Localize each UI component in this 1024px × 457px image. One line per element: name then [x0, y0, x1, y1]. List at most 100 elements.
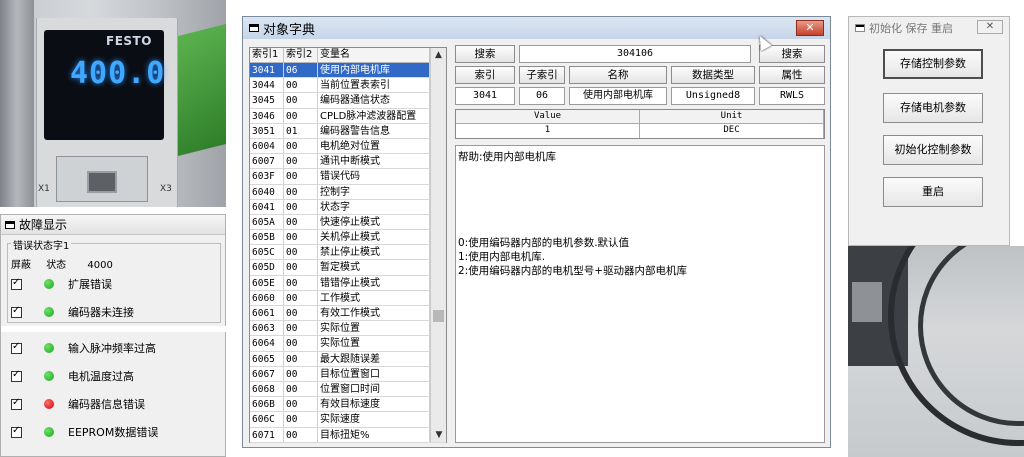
fault-label: 电机温度过高 — [68, 370, 134, 383]
save-motor-params-button[interactable]: 存储电机参数 — [883, 93, 983, 123]
close-button[interactable]: ✕ — [977, 20, 1003, 34]
cell-index2: 00 — [284, 427, 318, 442]
help-panel: 帮助:使用内部电机库 0:使用编码器内部的电机参数.默认值 1:使用内部电机库.… — [455, 145, 825, 443]
object-list[interactable]: 索引1 索引2 变量名 3041 06 使用内部电机库 3044 00 当前位置表索引 30… — [249, 47, 447, 443]
save-control-params-button[interactable]: 存储控制参数 — [883, 49, 983, 79]
fault-titlebar: 故障显示 — [1, 215, 225, 235]
table-row[interactable]: 6040 00 控制字 — [250, 184, 446, 200]
plug — [852, 282, 882, 322]
table-row[interactable]: 605C 00 禁止停止模式 — [250, 245, 446, 261]
col-varname[interactable]: 变量名 — [318, 48, 430, 62]
table-row[interactable]: 6064 00 实际位置 — [250, 336, 446, 352]
table-row[interactable]: 3044 00 当前位置表索引 — [250, 78, 446, 94]
unit-header: Unit — [640, 110, 824, 123]
status-word-value: 4000 — [87, 260, 113, 271]
table-row[interactable]: 605B 00 关机停止模式 — [250, 230, 446, 246]
mask-checkbox[interactable] — [11, 341, 22, 354]
cell-index2: 00 — [284, 108, 318, 123]
status-led-icon — [44, 427, 54, 437]
fault-row: 扩展错误 — [11, 275, 112, 293]
table-row[interactable]: 6004 00 电机绝对位置 — [250, 138, 446, 155]
scroll-up-icon[interactable]: ▲ — [431, 48, 446, 62]
fault-row: 电机温度过高 — [11, 367, 134, 385]
search-label-button[interactable]: 搜索 — [455, 45, 515, 63]
cell-varname: 错错停止模式 — [318, 275, 430, 290]
init-titlebar: 初始化 保存 重启 ✕ — [849, 17, 1009, 39]
fault-header: 屏蔽 状态 4000 — [11, 256, 125, 271]
scroll-down-icon[interactable]: ▼ — [431, 428, 447, 442]
properties-button[interactable]: 属性 — [759, 66, 825, 84]
search-input[interactable]: 304106 — [519, 45, 751, 63]
table-row[interactable]: 606C 00 实际速度 — [250, 412, 446, 428]
cell-index2: 00 — [284, 366, 318, 381]
cell-index2: 00 — [284, 397, 318, 412]
table-row[interactable]: 605D 00 暂定模式 — [250, 260, 446, 276]
table-row[interactable]: 3041 06 使用内部电机库 — [250, 63, 446, 79]
cell-varname: 有效工作模式 — [318, 306, 430, 321]
cell-varname: 实际位置 — [318, 321, 430, 336]
col-index1[interactable]: 索引1 — [250, 48, 284, 62]
cell-index2: 00 — [284, 230, 318, 245]
cell-varname: 有效目标速度 — [318, 397, 430, 412]
mask-checkbox[interactable] — [11, 277, 22, 290]
search-button[interactable]: 搜索 — [759, 45, 825, 63]
table-row[interactable]: 3051 01 编码器警告信息 — [250, 123, 446, 139]
cell-varname: 关机停止模式 — [318, 230, 430, 245]
mask-checkbox[interactable] — [11, 305, 22, 318]
table-row[interactable]: 3046 00 CPLD脉冲滤波器配置 — [250, 108, 446, 124]
cell-index1: 606C — [250, 412, 284, 427]
cell-index1: 6071 — [250, 427, 284, 442]
port-label-x1: X1 — [38, 184, 50, 194]
fault-row: 输入脉冲频率过高 — [11, 339, 156, 357]
cell-index2: 00 — [284, 336, 318, 351]
table-row[interactable]: 6067 00 目标位置窗口 — [250, 366, 446, 382]
table-row[interactable]: 6065 00 最大跟随误差 — [250, 351, 446, 367]
value-field[interactable]: 1 — [456, 124, 640, 138]
cell-varname: 暂定模式 — [318, 260, 430, 275]
cell-index2: 00 — [284, 321, 318, 336]
table-row[interactable]: 603F 00 错误代码 — [250, 169, 446, 185]
col-index2[interactable]: 索引2 — [284, 48, 318, 62]
mask-checkbox[interactable] — [11, 425, 22, 438]
table-row[interactable]: 605E 00 错错停止模式 — [250, 275, 446, 291]
cell-index1: 6060 — [250, 290, 284, 305]
cell-index1: 605E — [250, 275, 284, 290]
scroll-thumb[interactable] — [433, 310, 444, 322]
cell-varname: 编码器警告信息 — [318, 123, 430, 138]
cell-index2: 00 — [284, 306, 318, 321]
cell-index1: 6007 — [250, 154, 284, 169]
list-header: 索引1 索引2 变量名 — [250, 48, 446, 63]
cell-index1: 603F — [250, 169, 284, 184]
cell-index1: 6041 — [250, 199, 284, 214]
name-header: 名称 — [569, 66, 667, 84]
close-button[interactable]: ✕ — [796, 20, 824, 36]
cell-varname: CPLD脉冲滤波器配置 — [318, 108, 430, 123]
restart-button[interactable]: 重启 — [883, 177, 983, 207]
fault-label: 扩展错误 — [68, 278, 112, 291]
cell-index1: 3041 — [250, 63, 284, 78]
table-row[interactable]: 6061 00 有效工作模式 — [250, 306, 446, 322]
fault-row: EEPROM数据错误 — [11, 423, 158, 441]
table-row[interactable]: 606B 00 有效目标速度 — [250, 397, 446, 413]
table-row[interactable]: 6068 00 位置窗口时间 — [250, 381, 446, 398]
init-control-params-button[interactable]: 初始化控制参数 — [883, 135, 983, 165]
mask-checkbox[interactable] — [11, 369, 22, 382]
list-scrollbar[interactable]: ▲ ▼ — [430, 48, 446, 442]
table-row[interactable]: 6060 00 工作模式 — [250, 290, 446, 306]
value-header: Value — [456, 110, 640, 123]
table-row[interactable]: 6007 00 通讯中断模式 — [250, 154, 446, 170]
cell-index2: 00 — [284, 351, 318, 366]
table-row[interactable]: 3045 00 编码器通信状态 — [250, 93, 446, 109]
help-line: 1:使用内部电机库. — [458, 251, 546, 263]
table-row[interactable]: 6063 00 实际位置 — [250, 321, 446, 337]
access-value: RWLS — [759, 87, 825, 105]
table-row[interactable]: 6041 00 状态字 — [250, 199, 446, 215]
cell-index1: 605D — [250, 260, 284, 275]
help-line: 0:使用编码器内部的电机参数.默认值 — [458, 237, 630, 249]
table-row[interactable]: 605A 00 快速停止模式 — [250, 214, 446, 231]
table-row[interactable]: 6071 00 目标扭矩% — [250, 427, 446, 443]
status-header: 状态 — [46, 260, 67, 271]
window-icon — [855, 24, 865, 32]
mask-checkbox[interactable] — [11, 397, 22, 410]
cell-index1: 3051 — [250, 123, 284, 138]
